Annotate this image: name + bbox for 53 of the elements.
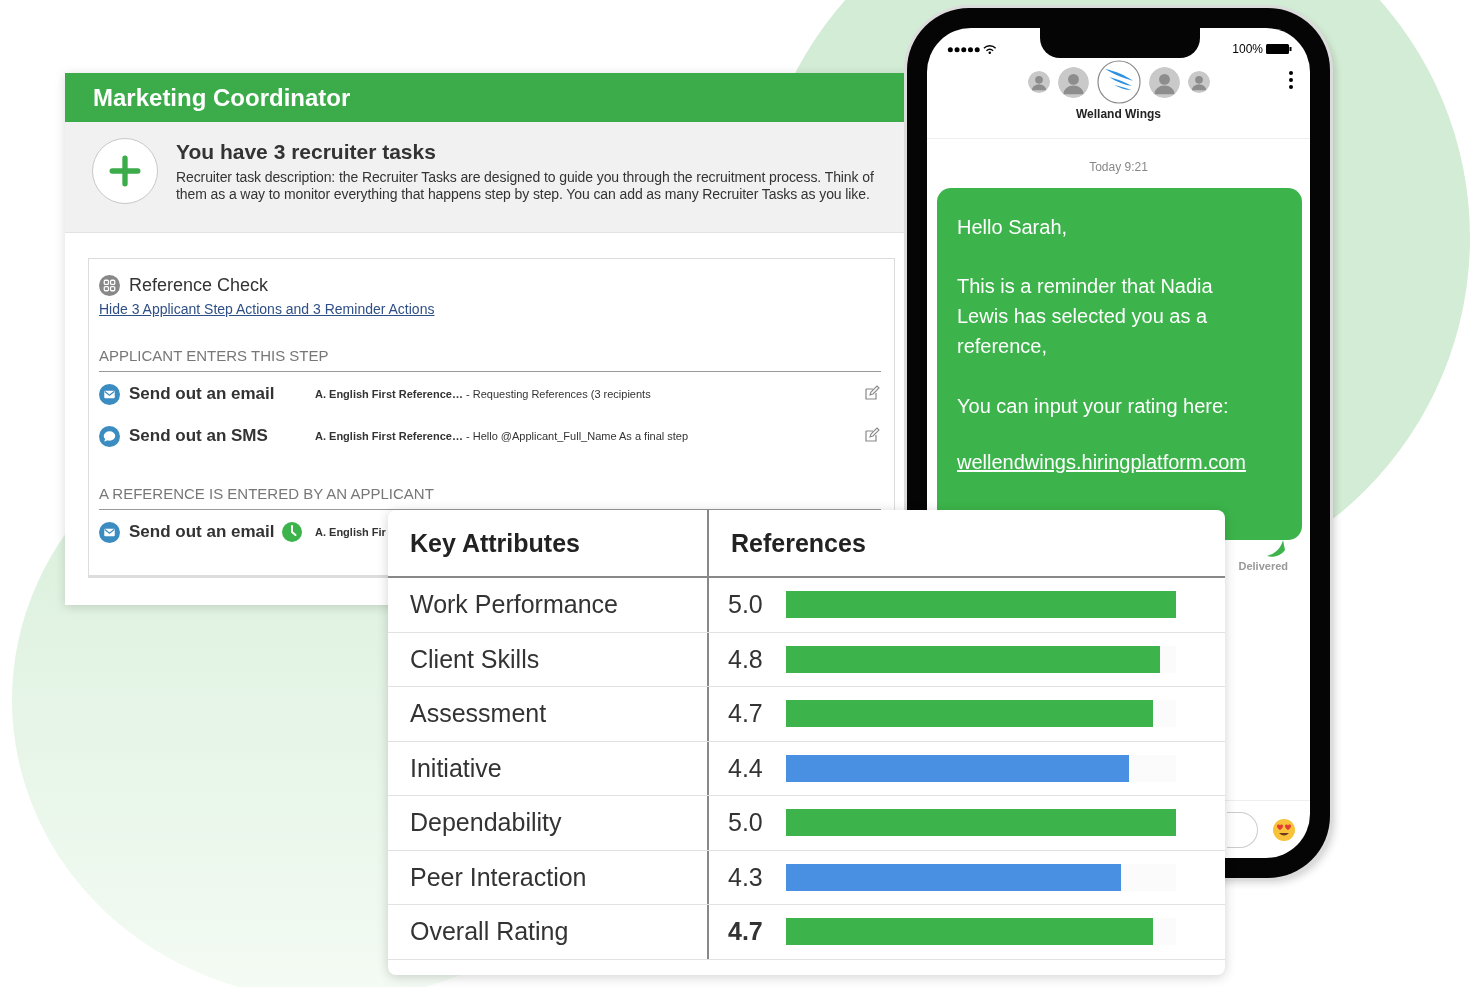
column-header: References xyxy=(707,510,1225,576)
score-value: 5.0 xyxy=(728,590,764,620)
heart-eyes-emoji-icon xyxy=(1272,818,1296,842)
envelope-icon xyxy=(99,383,120,405)
attribute-name: Initiative xyxy=(409,752,503,784)
column-header: Key Attributes xyxy=(409,527,581,559)
envelope-icon xyxy=(99,521,120,543)
more-icon xyxy=(1288,70,1294,90)
action-title: Send out an SMS xyxy=(129,426,268,446)
signal-icon xyxy=(947,43,999,55)
more-menu-button[interactable] xyxy=(1286,70,1296,92)
score-value: 4.3 xyxy=(728,862,764,892)
toggle-link[interactable]: Hide 3 Applicant Step Actions and 3 Reminder Actions xyxy=(99,301,435,317)
score-value: 5.0 xyxy=(728,808,764,838)
score-value: 4.8 xyxy=(728,644,764,674)
contact-name: Welland Wings xyxy=(1076,107,1161,121)
edit-button[interactable] xyxy=(863,385,881,403)
action-title: Send out an email xyxy=(129,384,275,404)
score-value: 4.7 xyxy=(728,699,764,729)
section-heading: APPLICANT ENTERS THIS STEP xyxy=(99,347,881,372)
attribute-name: Peer Interaction xyxy=(409,861,588,893)
grid-icon xyxy=(99,275,120,296)
wing-logo-icon xyxy=(1096,60,1141,104)
action-title: Send out an email xyxy=(129,522,275,542)
attribute-name: Assessment xyxy=(409,698,548,730)
message-time: Today 9:21 xyxy=(1088,160,1149,174)
message-text: This is a reminder that Nadia Lewis has selected you as a reference, xyxy=(957,274,1214,359)
summary-description: Recruiter task description: the Recruiter Tasks are designed to guide you through the recruitment process. Think of them as a way to monitor everything that happens step by step. You can add as many Recruiter Tasks as you like. xyxy=(176,169,875,203)
action-detail: A. English First Reference… - Requesting References (3 recipients xyxy=(315,388,652,400)
summary-heading: You have 3 recruiter tasks xyxy=(176,140,437,164)
message-text: You can input your rating here: xyxy=(957,394,1230,419)
action-detail: A. English Fir xyxy=(315,526,387,538)
avatar xyxy=(1027,71,1050,93)
attribute-name: Client Skills xyxy=(409,643,541,675)
delivery-status: Delivered xyxy=(1238,560,1288,572)
edit-button[interactable] xyxy=(863,427,881,445)
chat-bubble-icon xyxy=(99,425,120,447)
avatar xyxy=(1057,66,1089,98)
battery-level: 100% xyxy=(1232,42,1263,56)
action-detail: A. English First Reference… - Hello @Applicant_Full_Name As a final step xyxy=(315,430,690,442)
message-text: Hello Sarah, xyxy=(957,215,1069,240)
step-title: Reference Check xyxy=(129,275,269,296)
attribute-name: Overall Rating xyxy=(409,916,570,948)
avatar xyxy=(1187,71,1210,93)
score-value: 4.4 xyxy=(728,753,764,783)
edit-icon xyxy=(864,427,880,443)
score-value: 4.7 xyxy=(728,917,764,947)
attribute-name: Dependability xyxy=(409,807,563,839)
avatar xyxy=(1148,66,1180,98)
edit-icon xyxy=(864,385,880,401)
plus-icon xyxy=(109,155,141,187)
attribute-name: Work Performance xyxy=(409,589,619,621)
battery-icon xyxy=(1266,43,1292,55)
